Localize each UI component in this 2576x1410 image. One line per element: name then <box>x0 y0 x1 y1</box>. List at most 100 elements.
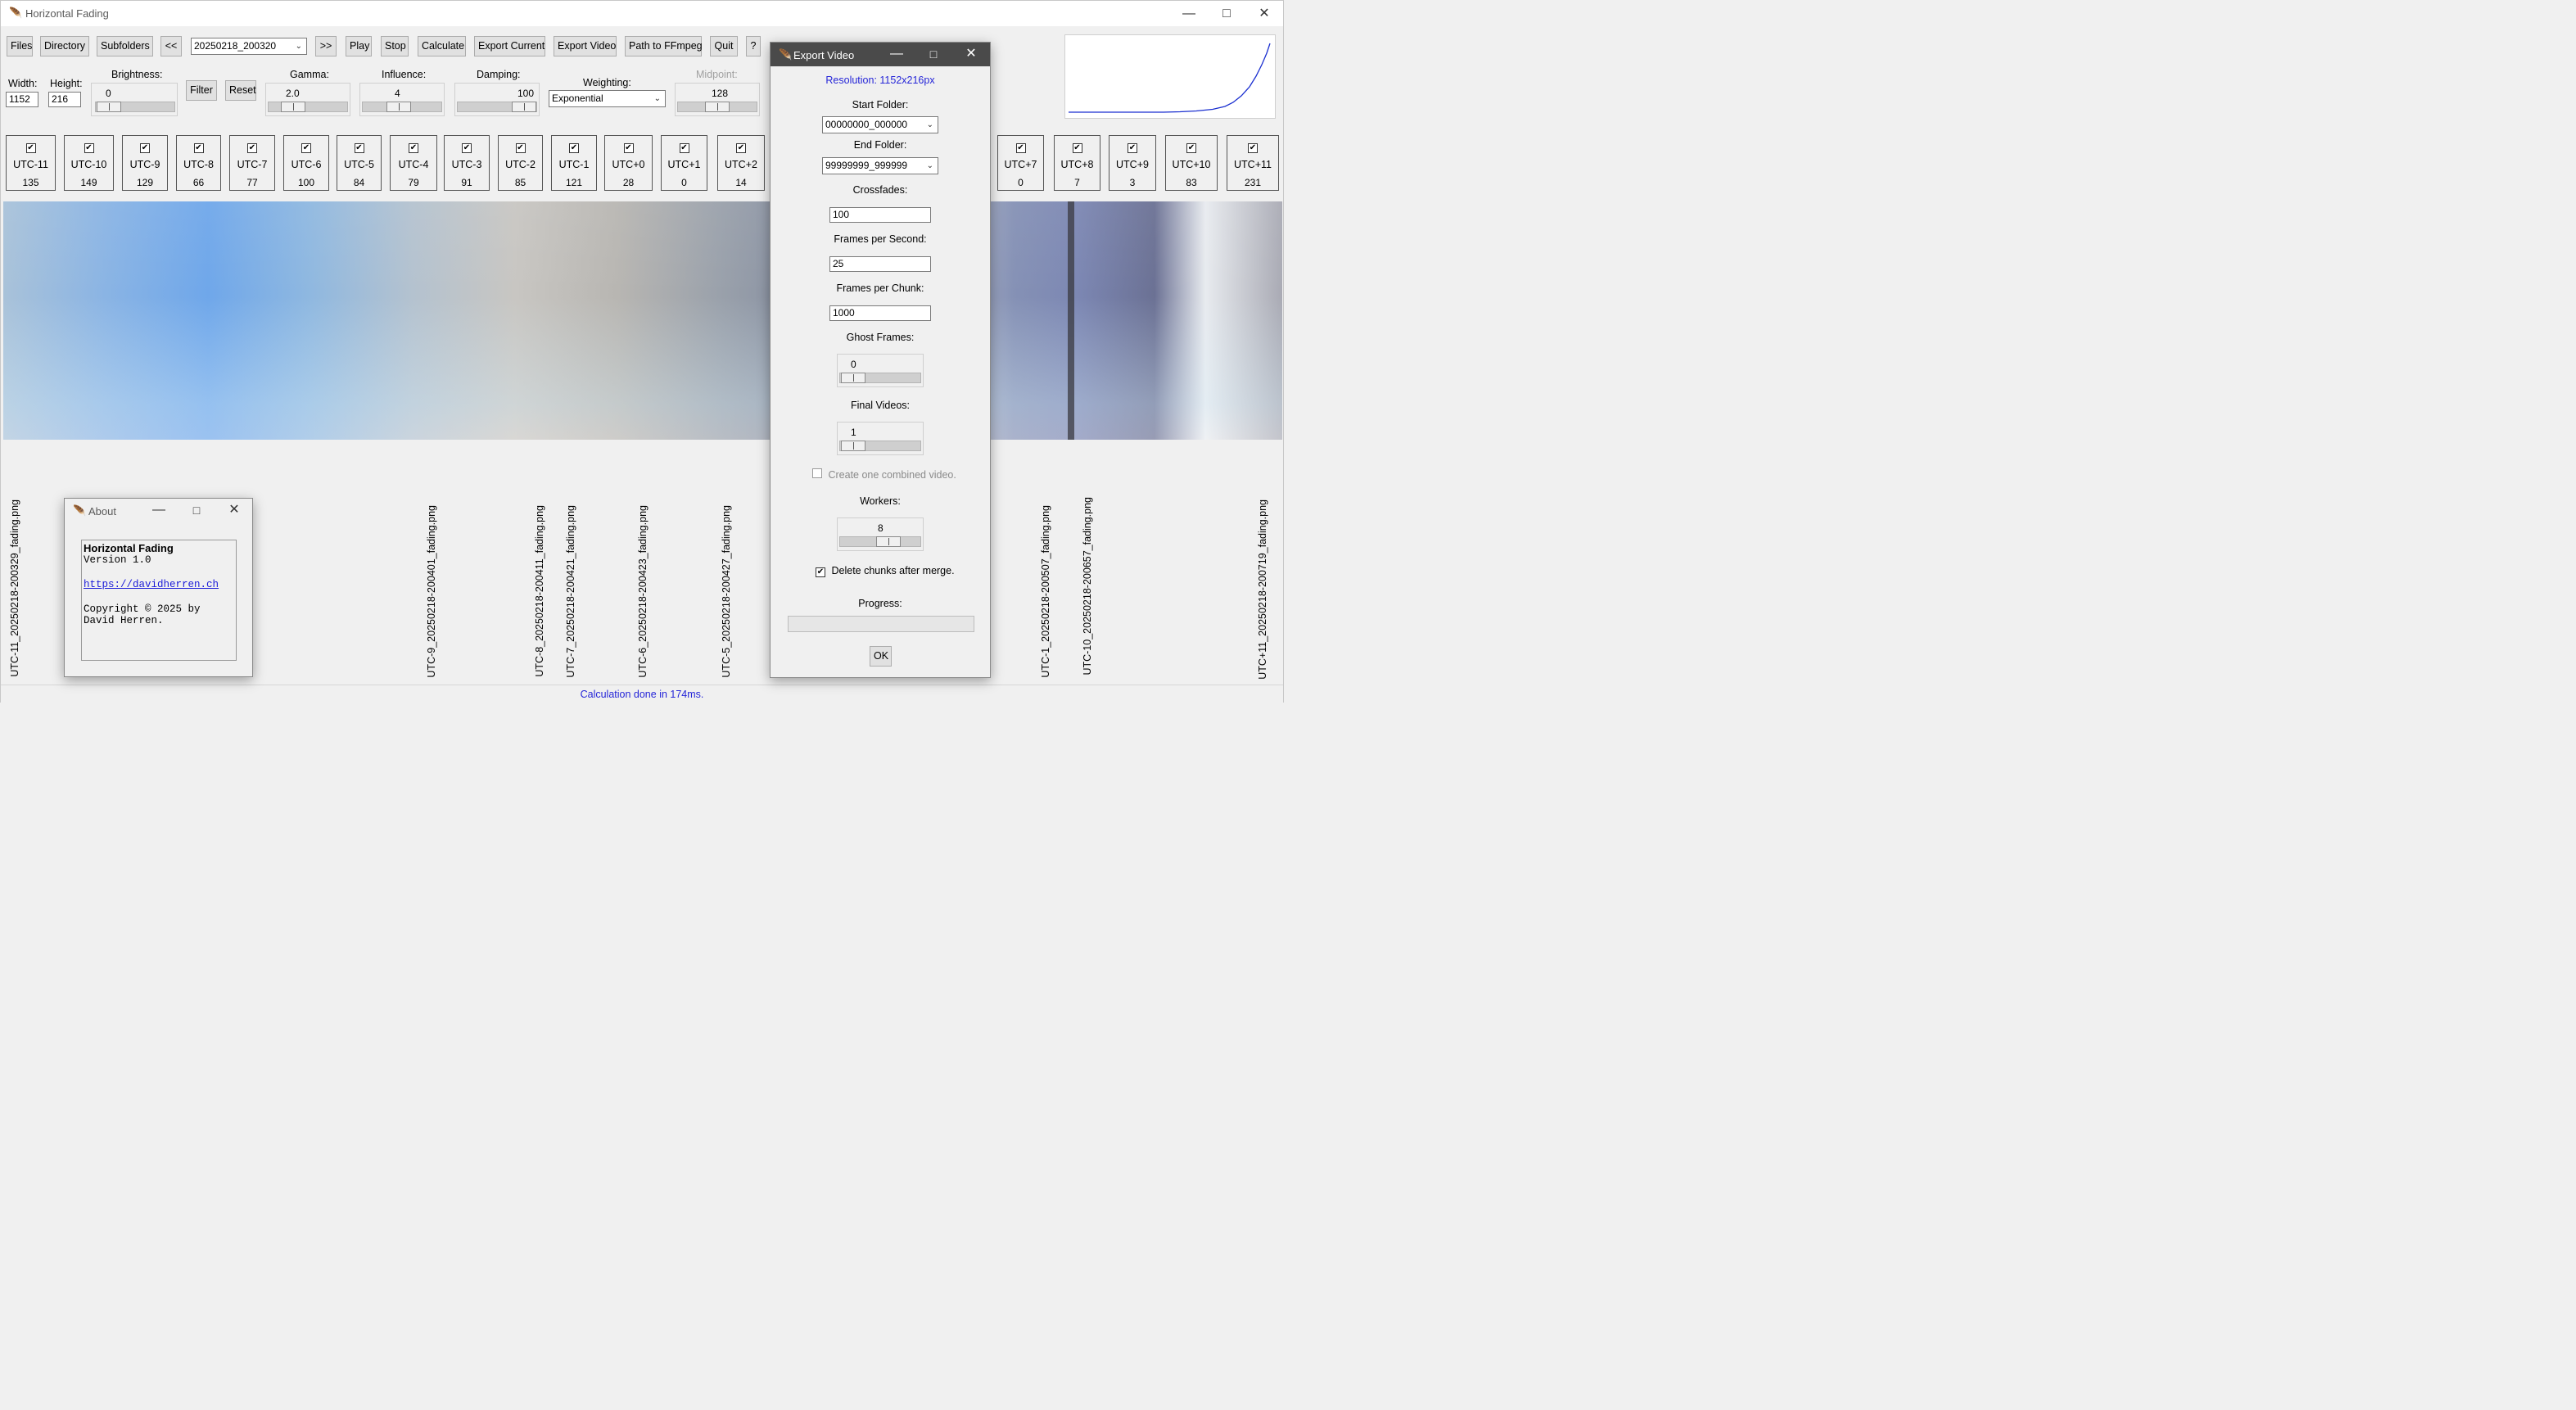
midpoint-trough[interactable] <box>677 102 757 112</box>
calculate-button[interactable]: Calculate <box>418 36 466 56</box>
width-input[interactable]: 1152 <box>6 92 38 107</box>
prev-folder-button[interactable]: << <box>160 36 182 56</box>
maximize-icon[interactable]: □ <box>915 43 952 66</box>
timezone-box: ✔ UTC-5 84 <box>337 135 382 191</box>
next-folder-button[interactable]: >> <box>315 36 337 56</box>
workers-slider[interactable]: 8 <box>837 517 924 551</box>
directory-button[interactable]: Directory <box>40 36 89 56</box>
chevron-down-icon: ⌄ <box>295 42 302 51</box>
workers-trough[interactable] <box>839 536 921 547</box>
ghost-frames-trough[interactable] <box>839 373 921 383</box>
final-videos-slider[interactable]: 1 <box>837 422 924 455</box>
final-videos-handle[interactable] <box>841 441 865 451</box>
workers-handle[interactable] <box>876 536 901 547</box>
timezone-check-icon[interactable]: ✔ <box>1015 143 1026 153</box>
end-folder-select[interactable]: 99999999_999999 ⌄ <box>822 157 938 174</box>
brightness-slider[interactable]: 0 <box>91 83 178 116</box>
close-icon[interactable]: ✕ <box>215 499 253 522</box>
timezone-check-icon[interactable]: ✔ <box>140 143 150 153</box>
quit-button[interactable]: Quit <box>710 36 738 56</box>
delete-chunks-checkbox[interactable]: ✔ Delete chunks after merge. <box>816 565 955 577</box>
close-icon[interactable]: ✕ <box>952 43 990 66</box>
fps-input[interactable]: 25 <box>829 256 931 272</box>
export-title-bar: 🪶 Export Video — □ ✕ <box>771 43 990 66</box>
chevron-down-icon: ⌄ <box>653 94 661 103</box>
combined-video-checkbox[interactable]: Create one combined video. <box>812 468 956 481</box>
timezone-label: UTC+2 <box>725 159 757 170</box>
timezone-check-icon[interactable]: ✔ <box>623 143 634 153</box>
timezone-label: UTC-2 <box>505 159 536 170</box>
timezone-check-icon[interactable]: ✔ <box>1072 143 1082 153</box>
export-current-button[interactable]: Export Current <box>474 36 545 56</box>
timezone-check-icon[interactable]: ✔ <box>1128 143 1137 153</box>
timezone-check-icon[interactable]: ✔ <box>193 143 204 153</box>
fpc-input[interactable]: 1000 <box>829 305 931 321</box>
path-ffmpeg-button[interactable]: Path to FFmpeg <box>625 36 703 56</box>
subfolders-button[interactable]: Subfolders <box>97 36 153 56</box>
ghost-frames-handle[interactable] <box>841 373 865 383</box>
about-link[interactable]: https://davidherren.ch <box>84 579 234 590</box>
ghost-frames-slider[interactable]: 0 <box>837 354 924 387</box>
timezone-check-icon[interactable]: ✔ <box>569 143 579 153</box>
timezone-check-icon[interactable]: ✔ <box>515 143 526 153</box>
minimize-icon[interactable]: — <box>878 43 915 66</box>
fading-preview-image <box>3 201 1282 440</box>
help-button[interactable]: ? <box>746 36 761 56</box>
timezone-check-icon[interactable]: ✔ <box>462 143 472 153</box>
timezone-box: ✔ UTC-9 129 <box>122 135 168 191</box>
export-video-button[interactable]: Export Video <box>554 36 617 56</box>
damping-slider[interactable]: 100 <box>454 83 540 116</box>
brightness-trough[interactable] <box>95 102 175 112</box>
files-button[interactable]: Files <box>7 36 33 56</box>
timezone-check-icon[interactable]: ✔ <box>247 143 257 153</box>
minimize-icon[interactable]: — <box>1170 2 1208 25</box>
filter-button[interactable]: Filter <box>186 80 217 101</box>
stop-button[interactable]: Stop <box>381 36 409 56</box>
delete-chunks-check-icon[interactable]: ✔ <box>816 567 825 577</box>
timezone-check-icon[interactable]: ✔ <box>736 143 746 153</box>
filename-label: UTC-5_20250218-200427_fading.png <box>721 505 732 678</box>
damping-handle[interactable] <box>512 102 536 112</box>
timezone-check-icon[interactable]: ✔ <box>354 143 364 153</box>
start-folder-select[interactable]: 00000000_000000 ⌄ <box>822 116 938 133</box>
crossfades-input[interactable]: 100 <box>829 207 931 223</box>
influence-trough[interactable] <box>362 102 442 112</box>
timezone-check-icon[interactable]: ✔ <box>84 143 94 153</box>
brightness-handle[interactable] <box>97 102 121 112</box>
weighting-label: Weighting: <box>583 77 631 88</box>
close-icon[interactable]: ✕ <box>1245 2 1283 25</box>
timezone-check-icon[interactable]: ✔ <box>409 143 418 153</box>
feather-icon: 🪶 <box>9 7 23 19</box>
timezone-box: ✔ UTC+11 231 <box>1227 135 1279 191</box>
timezone-count: 100 <box>297 177 315 188</box>
gamma-trough[interactable] <box>268 102 348 112</box>
influence-slider[interactable]: 4 <box>359 83 445 116</box>
reset-button[interactable]: Reset <box>225 80 256 101</box>
final-videos-trough[interactable] <box>839 441 921 451</box>
midpoint-handle[interactable] <box>705 102 730 112</box>
combined-video-check-icon[interactable] <box>812 468 822 478</box>
timezone-check-icon[interactable]: ✔ <box>679 143 689 153</box>
gamma-handle[interactable] <box>281 102 305 112</box>
maximize-icon[interactable]: □ <box>1208 2 1245 25</box>
timezone-check-icon[interactable]: ✔ <box>301 143 311 153</box>
minimize-icon[interactable]: — <box>140 499 178 522</box>
timezone-count: 7 <box>1074 177 1080 188</box>
midpoint-slider[interactable]: 128 <box>675 83 760 116</box>
timezone-box: ✔ UTC-3 91 <box>444 135 490 191</box>
folder-select[interactable]: 20250218_200320 ⌄ <box>191 38 307 55</box>
play-button[interactable]: Play <box>346 36 372 56</box>
folder-select-value: 20250218_200320 <box>194 40 277 52</box>
influence-handle[interactable] <box>386 102 411 112</box>
maximize-icon[interactable]: □ <box>178 499 215 522</box>
weighting-select[interactable]: Exponential ⌄ <box>549 90 666 107</box>
combined-video-label: Create one combined video. <box>828 469 956 481</box>
timezone-label: UTC-1 <box>558 159 590 170</box>
ok-button[interactable]: OK <box>870 646 892 667</box>
timezone-check-icon[interactable]: ✔ <box>25 143 36 153</box>
height-input[interactable]: 216 <box>48 92 81 107</box>
timezone-check-icon[interactable]: ✔ <box>1248 143 1258 153</box>
gamma-slider[interactable]: 2.0 <box>265 83 350 116</box>
damping-trough[interactable] <box>457 102 537 112</box>
timezone-check-icon[interactable]: ✔ <box>1186 143 1196 153</box>
